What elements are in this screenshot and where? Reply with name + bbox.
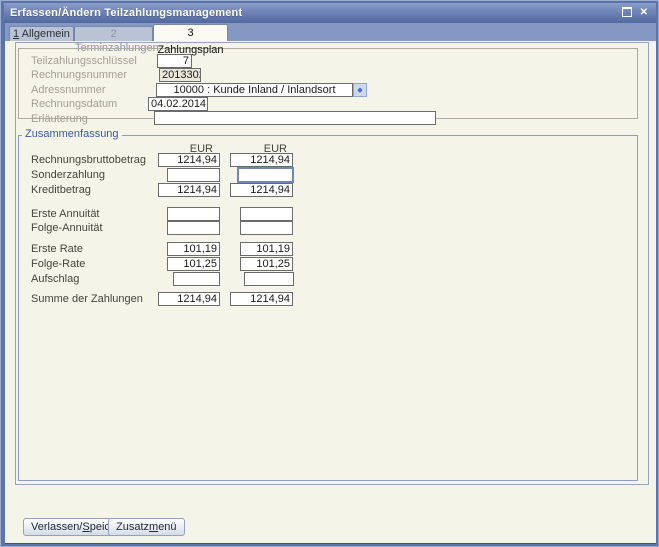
folge-annuitaet-value-1[interactable] [167, 221, 220, 235]
spinner-icon: ◆ [357, 87, 362, 94]
summe-der-zahlungen-label: Summe der Zahlungen [31, 293, 143, 305]
erste-rate-value-2[interactable]: 101,19 [240, 242, 293, 256]
dialog-window: Erfassen/Ändern Teilzahlungsmanagement ✕… [0, 0, 659, 547]
kreditbetrag-value-2[interactable]: 1214,94 [230, 183, 293, 197]
erlaeuterung-field[interactable] [154, 111, 436, 125]
tab-zahlungsplan[interactable]: 3 Zahlungsplan [153, 24, 228, 41]
adressnummer-spinner-button[interactable]: ◆ [353, 83, 367, 97]
sonderzahlung-value-2-focused[interactable] [237, 167, 294, 183]
erste-annuitaet-value-2[interactable] [240, 207, 293, 221]
rechnungsdatum-label: Rechnungsdatum [31, 98, 117, 110]
rechnungsbruttobetrag-value-1[interactable]: 1214,94 [158, 153, 220, 167]
tab-terminzahlungen[interactable]: 2 Terminzahlungen [74, 26, 153, 41]
rechnungsnummer-field[interactable]: 20133026 [159, 68, 201, 82]
rechnungsdatum-field[interactable]: 04.02.2014 /Di [148, 97, 208, 111]
kreditbetrag-label: Kreditbetrag [31, 184, 91, 196]
rechnungsnummer-label: Rechnungsnummer [31, 69, 127, 81]
rechnungsbruttobetrag-value-2[interactable]: 1214,94 [230, 153, 293, 167]
summe-der-zahlungen-value-1[interactable]: 1214,94 [158, 292, 220, 306]
aufschlag-label: Aufschlag [31, 273, 79, 285]
folge-annuitaet-label: Folge-Annuität [31, 222, 103, 234]
rechnungsbruttobetrag-label: Rechnungsbruttobetrag [31, 154, 146, 166]
aufschlag-value-1[interactable] [173, 272, 220, 286]
tab-allgemein[interactable]: 1 Allgemein [9, 26, 74, 41]
window-title: Erfassen/Ändern Teilzahlungsmanagement [4, 7, 242, 19]
erste-annuitaet-value-1[interactable] [167, 207, 220, 221]
restore-icon[interactable] [622, 7, 632, 20]
summe-der-zahlungen-value-2[interactable]: 1214,94 [230, 292, 293, 306]
zusammenfassung-legend: Zusammenfassung [22, 128, 122, 140]
close-icon[interactable]: ✕ [640, 8, 648, 18]
folge-annuitaet-value-2[interactable] [240, 221, 293, 235]
folge-rate-value-2[interactable]: 101,25 [240, 257, 293, 271]
aufschlag-value-2[interactable] [244, 272, 294, 286]
erste-annuitaet-label: Erste Annuität [31, 208, 100, 220]
erste-rate-label: Erste Rate [31, 243, 83, 255]
erlaeuterung-label: Erläuterung [31, 113, 88, 125]
sonderzahlung-value-1[interactable] [167, 168, 220, 182]
folge-rate-value-1[interactable]: 101,25 [167, 257, 220, 271]
titlebar[interactable]: Erfassen/Ändern Teilzahlungsmanagement ✕ [4, 3, 656, 23]
folge-rate-label: Folge-Rate [31, 258, 85, 270]
kreditbetrag-value-1[interactable]: 1214,94 [158, 183, 220, 197]
erste-rate-value-1[interactable]: 101,19 [167, 242, 220, 256]
zusammenfassung-group [18, 135, 638, 481]
adressnummer-label: Adressnummer [31, 84, 106, 96]
teilzahlungsschluessel-label: Teilzahlungsschlüssel [31, 55, 137, 67]
adressnummer-combo[interactable]: 10000 : Kunde Inland / Inlandsort [156, 83, 353, 97]
zusatzmenu-button[interactable]: Zusatzmenü [108, 518, 185, 536]
sonderzahlung-label: Sonderzahlung [31, 169, 105, 181]
